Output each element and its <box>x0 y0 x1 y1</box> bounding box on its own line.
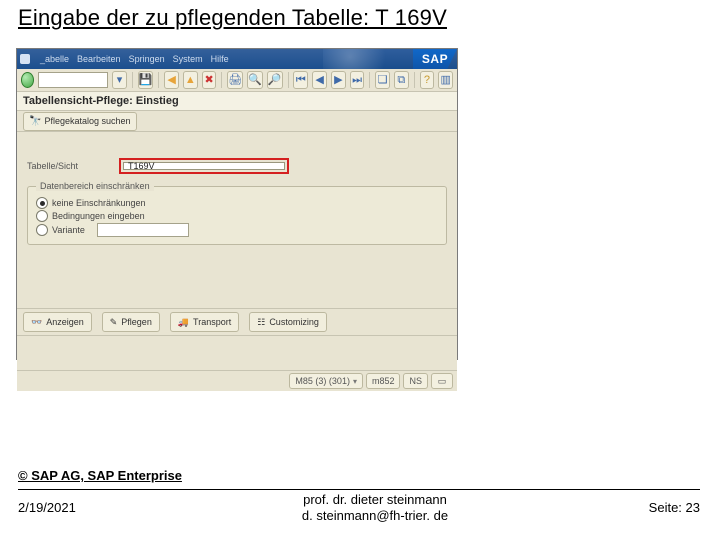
slide-title: Eingabe der zu pflegenden Tabelle: T 169… <box>18 5 447 31</box>
status-system[interactable]: M85 (3) (301) <box>289 373 363 389</box>
command-field[interactable] <box>38 72 108 88</box>
screen-title: Tabellensicht-Pflege: Einstieg <box>17 92 457 111</box>
radio-label: Bedingungen eingeben <box>52 211 145 221</box>
menu-help[interactable]: Hilfe <box>211 54 229 64</box>
pencil-icon: ✎ <box>110 317 118 328</box>
display-label: Anzeigen <box>46 317 84 327</box>
status-bar: M85 (3) (301) m852 NS ▭ <box>17 370 457 391</box>
find-viewcat-button[interactable]: 🔭 Pflegekatalog suchen <box>23 112 137 131</box>
menu-system[interactable]: System <box>173 54 203 64</box>
status-mode: NS <box>403 373 428 389</box>
menu-table[interactable]: _abelle <box>40 54 69 64</box>
sap-gui-window: _abelle Bearbeiten Springen System Hilfe… <box>16 48 458 360</box>
sap-logo: SAP <box>413 49 457 69</box>
footer-author: prof. dr. dieter steinmann d. steinmann@… <box>260 492 490 523</box>
footer-date: 2/19/2021 <box>18 500 76 515</box>
radio-enter-conditions[interactable]: Bedingungen eingeben <box>36 210 438 222</box>
transport-button[interactable]: 🚚 Transport <box>170 312 239 332</box>
img-icon: ☷ <box>257 317 265 328</box>
copyright: © SAP AG, SAP Enterprise <box>18 468 182 483</box>
shortcut-icon[interactable]: ⧉ <box>394 71 409 89</box>
exit-icon[interactable]: ▲ <box>183 71 198 89</box>
new-session-icon[interactable]: ❏ <box>375 71 390 89</box>
status-tail-icon[interactable]: ▭ <box>431 373 453 389</box>
first-page-icon[interactable]: ⏮ <box>293 71 308 89</box>
radio-icon <box>36 224 48 236</box>
standard-toolbar: ▾ 💾 ◀ ▲ ✖ 🖨 🔍 🔎 ⏮ ◀ ▶ ⏭ ❏ ⧉ ? ▥ <box>17 69 457 92</box>
truck-icon: 🚚 <box>178 317 189 328</box>
maintain-label: Pflegen <box>121 317 152 327</box>
radio-label: keine Einschränkungen <box>52 198 146 208</box>
footer-page-number: Seite: 23 <box>649 500 700 515</box>
table-view-highlight: T169V <box>119 158 289 174</box>
find-next-icon[interactable]: 🔎 <box>267 71 283 89</box>
footer-rule <box>18 489 700 490</box>
find-viewcat-label: Pflegekatalog suchen <box>44 116 130 126</box>
restrict-data-group: Datenbereich einschränken keine Einschrä… <box>27 186 447 245</box>
cancel-icon[interactable]: ✖ <box>202 71 217 89</box>
customizing-button[interactable]: ☷ Customizing <box>249 312 327 332</box>
radio-no-restriction[interactable]: keine Einschränkungen <box>36 197 438 209</box>
menu-bar: _abelle Bearbeiten Springen System Hilfe <box>40 54 229 64</box>
save-icon[interactable]: 💾 <box>138 71 154 89</box>
titlebar: _abelle Bearbeiten Springen System Hilfe… <box>17 49 457 69</box>
layout-icon[interactable]: ▥ <box>438 71 453 89</box>
group-title: Datenbereich einschränken <box>36 181 154 191</box>
find-icon[interactable]: 🔍 <box>247 71 263 89</box>
radio-variant[interactable]: Variante <box>36 223 438 237</box>
radio-label: Variante <box>52 225 85 235</box>
customizing-label: Customizing <box>269 317 319 327</box>
next-page-icon[interactable]: ▶ <box>331 71 346 89</box>
display-button[interactable]: 👓 Anzeigen <box>23 312 92 332</box>
banner-decoration <box>323 49 413 69</box>
radio-icon <box>36 197 48 209</box>
help-icon[interactable]: ? <box>420 71 435 89</box>
enter-button[interactable] <box>21 72 34 88</box>
menu-goto[interactable]: Springen <box>129 54 165 64</box>
back-icon[interactable]: ◀ <box>164 71 179 89</box>
last-page-icon[interactable]: ⏭ <box>350 71 365 89</box>
glasses-icon: 👓 <box>31 317 42 328</box>
binocular-icon: 🔭 <box>29 116 41 127</box>
main-area: Tabelle/Sicht T169V Datenbereich einschr… <box>17 132 457 308</box>
dropdown-icon[interactable]: ▾ <box>112 71 127 89</box>
radio-icon <box>36 210 48 222</box>
print-icon[interactable]: 🖨 <box>227 71 243 89</box>
maintain-button[interactable]: ✎ Pflegen <box>102 312 160 332</box>
application-toolbar: 🔭 Pflegekatalog suchen <box>17 111 457 132</box>
table-view-input[interactable]: T169V <box>123 162 285 170</box>
table-view-label: Tabelle/Sicht <box>27 161 107 171</box>
prev-page-icon[interactable]: ◀ <box>312 71 327 89</box>
status-host: m852 <box>366 373 401 389</box>
menu-edit[interactable]: Bearbeiten <box>77 54 121 64</box>
variant-input[interactable] <box>97 223 189 237</box>
transport-label: Transport <box>193 317 231 327</box>
system-menu-icon[interactable] <box>20 54 30 64</box>
action-bar: 👓 Anzeigen ✎ Pflegen 🚚 Transport ☷ Custo… <box>17 308 457 335</box>
